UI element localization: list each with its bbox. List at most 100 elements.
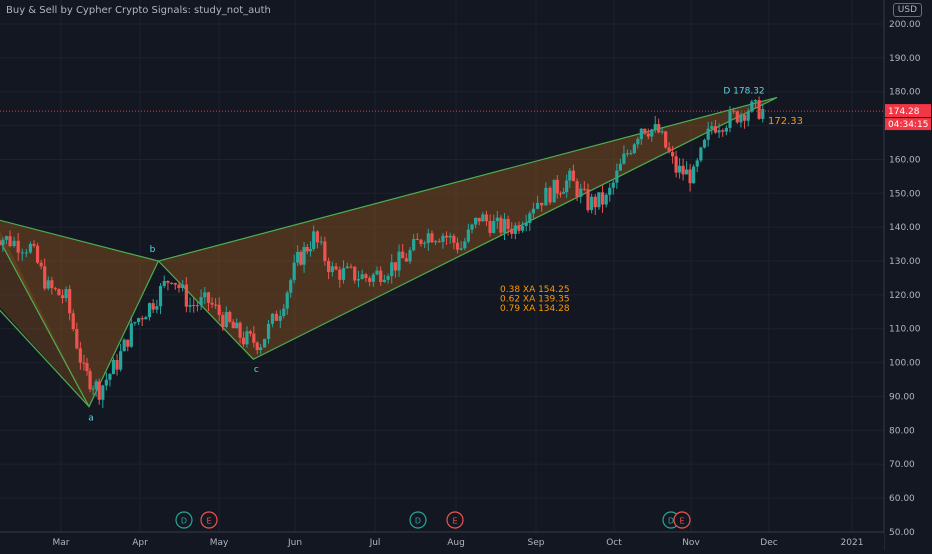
candle-body — [282, 308, 286, 316]
candle-body — [565, 180, 569, 193]
event-marker-d[interactable]: D — [409, 511, 427, 529]
candle-body — [684, 169, 689, 175]
candle-body — [248, 331, 252, 334]
candle-body — [495, 217, 499, 222]
candle-body — [692, 166, 696, 184]
event-marker-e[interactable]: E — [446, 511, 464, 529]
candle-body — [667, 147, 671, 152]
candle-body — [600, 192, 605, 205]
candle-body — [653, 124, 657, 130]
candle-body — [82, 362, 86, 364]
candle-body — [746, 111, 750, 121]
candle-body — [349, 266, 353, 268]
candle-body — [531, 208, 536, 214]
candle-body — [166, 280, 170, 283]
candle-body — [548, 187, 552, 203]
candle-body — [470, 224, 474, 230]
time-tick-label: 2021 — [841, 538, 864, 548]
price-axis[interactable]: 200.00190.00180.00170.00160.00150.00140.… — [883, 0, 932, 550]
candle-body — [502, 218, 507, 233]
candle-body — [528, 213, 532, 224]
candle-body — [750, 101, 754, 112]
candle-body — [170, 282, 174, 284]
candle-body — [241, 337, 246, 345]
price-tick-label: 80.00 — [889, 426, 915, 436]
candle-body — [761, 108, 765, 119]
candle-body — [434, 241, 438, 243]
candle-body — [561, 192, 566, 194]
candle-body — [330, 266, 334, 273]
candle-body — [728, 110, 732, 128]
time-tick-label: Oct — [606, 538, 622, 548]
candle-body — [345, 266, 349, 269]
event-marker-e[interactable]: E — [673, 511, 691, 529]
time-tick-label: Aug — [447, 538, 465, 548]
candle-body — [173, 283, 177, 285]
candle-body — [646, 133, 650, 137]
candle-body — [28, 243, 33, 253]
chart-area[interactable]: a b c D 178.32 172.33 0.38 XA 154.25 0.62 XA 1… — [0, 0, 932, 550]
candle-body — [415, 239, 419, 241]
candle-body — [108, 374, 112, 380]
candle-body — [393, 262, 397, 271]
candle-body — [474, 217, 478, 225]
time-tick-label: Nov — [682, 538, 700, 548]
candle-body — [278, 315, 282, 321]
candle-body — [664, 131, 668, 148]
candle-body — [140, 318, 144, 320]
candle-body — [488, 221, 492, 233]
candle-body — [506, 218, 510, 229]
indicator-title[interactable]: Buy & Sell by Cypher Crypto Signals: stu… — [6, 5, 271, 16]
candle-body — [356, 279, 361, 281]
candle-body — [575, 181, 579, 197]
candle-body — [71, 313, 75, 330]
candle-body — [8, 236, 12, 247]
candle-body — [671, 151, 675, 157]
candle-body — [677, 165, 682, 173]
candle-body — [674, 156, 678, 173]
candle-body — [122, 339, 126, 352]
candle-body — [555, 179, 559, 194]
candle-body — [437, 241, 441, 243]
candle-body — [452, 235, 456, 243]
candle-body — [334, 266, 338, 270]
price-chart[interactable]: a b c D 178.32 172.33 0.38 XA 154.250.62 XA 1… — [0, 0, 932, 550]
candle-body — [20, 252, 24, 254]
event-marker-d[interactable]: D — [175, 511, 193, 529]
candle-body — [292, 262, 296, 281]
candle-body — [702, 139, 707, 148]
candle-body — [571, 170, 576, 182]
candle-body — [188, 305, 192, 307]
candle-body — [289, 280, 293, 293]
candle-body — [660, 131, 664, 133]
candle-body — [524, 223, 528, 226]
price-tick-label: 110.00 — [889, 325, 921, 335]
candle-body — [544, 187, 548, 206]
current-price-text: 174.28 — [888, 107, 920, 117]
candle-body — [16, 240, 20, 253]
candle-body — [710, 126, 714, 129]
candle-body — [255, 342, 259, 351]
time-tick-label: Mar — [53, 538, 70, 548]
candle-body — [35, 245, 40, 263]
candle-body — [12, 240, 16, 247]
time-tick-label: May — [210, 538, 229, 548]
candle-body — [568, 170, 572, 181]
currency-badge[interactable]: USD — [892, 3, 922, 17]
price-tick-label: 180.00 — [889, 88, 921, 98]
candle-body — [53, 288, 57, 290]
candle-body — [582, 188, 586, 190]
event-marker-label: E — [206, 517, 211, 526]
price-tick-label: 60.00 — [889, 494, 915, 504]
candle-body — [147, 303, 152, 318]
time-axis[interactable]: Mar Apr May Jun Jul Aug Sep Oct Nov Dec 2021 — [0, 531, 884, 550]
candle-body — [308, 248, 313, 252]
candle-body — [0, 240, 1, 246]
candle-body — [558, 193, 563, 195]
candle-body — [615, 170, 619, 183]
candle-body — [75, 329, 79, 349]
candle-body — [375, 270, 379, 275]
event-marker-e[interactable]: E — [200, 511, 218, 529]
candle-body — [717, 130, 721, 133]
candle-body — [742, 114, 747, 121]
